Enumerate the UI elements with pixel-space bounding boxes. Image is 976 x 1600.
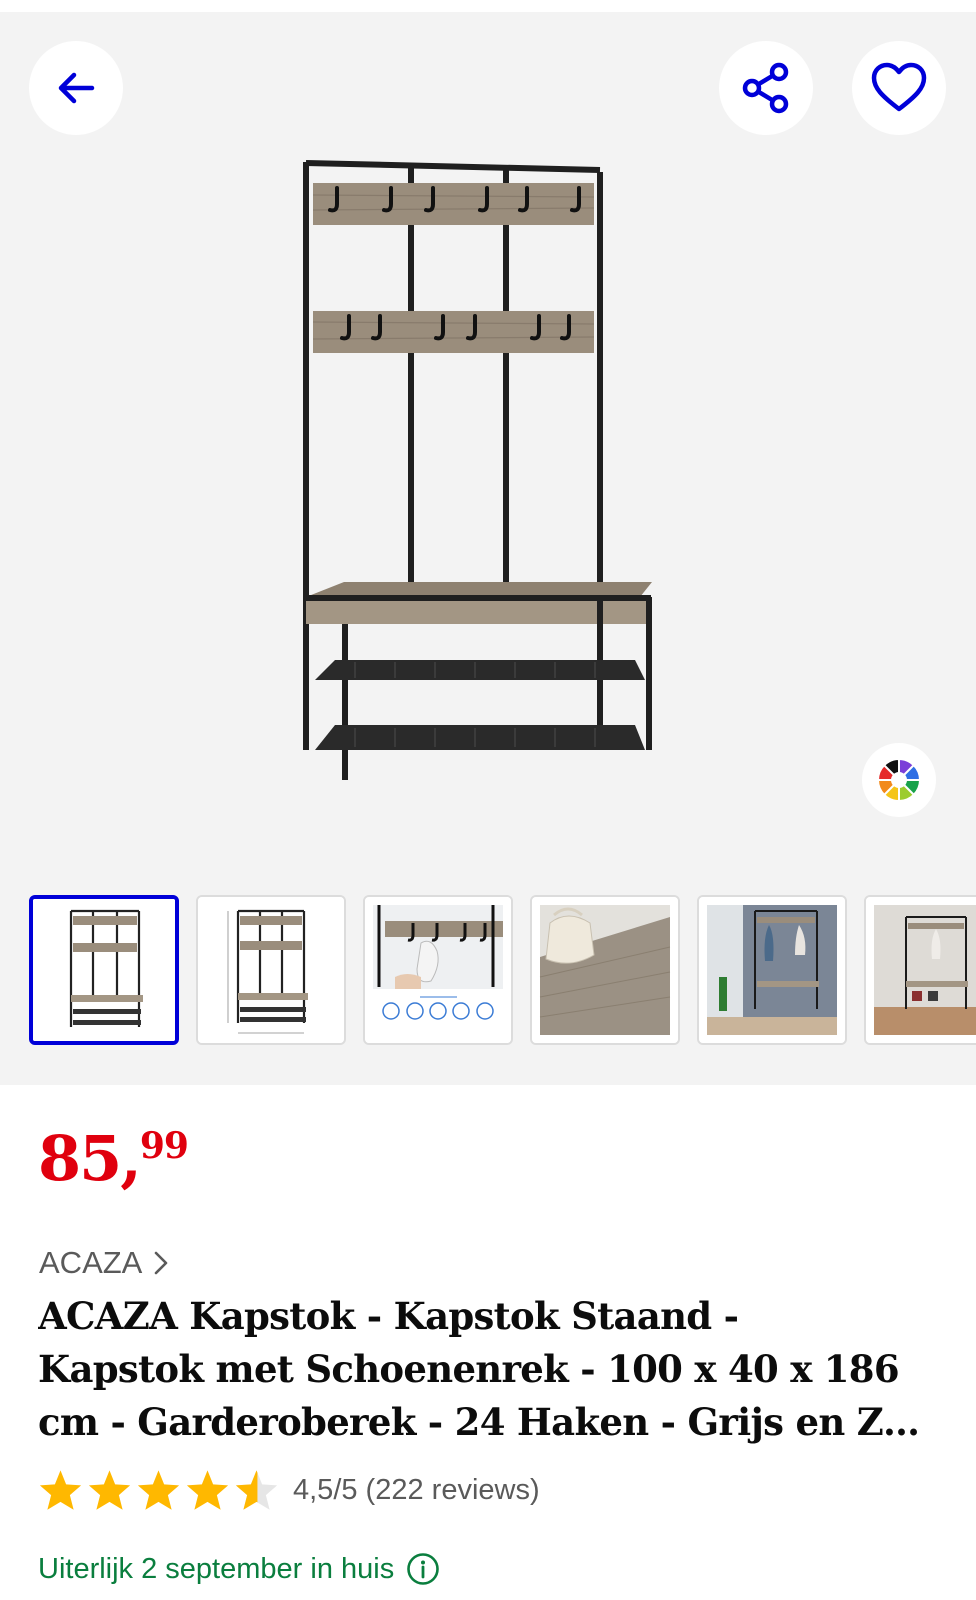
price-euros: 85, xyxy=(38,1122,142,1195)
star-full-icon xyxy=(137,1470,180,1510)
thumbnail-3[interactable] xyxy=(363,895,513,1045)
thumbnail-6-image xyxy=(866,897,976,1043)
thumbnail-strip xyxy=(29,895,976,1047)
thumbnail-4[interactable] xyxy=(530,895,680,1045)
thumbnail-6[interactable] xyxy=(864,895,976,1045)
brand-name: ACAZA xyxy=(39,1245,143,1280)
thumbnail-5-image xyxy=(699,897,845,1043)
chevron-right-icon xyxy=(155,1251,168,1275)
brand-link[interactable]: ACAZA xyxy=(39,1245,168,1281)
color-variant-button[interactable] xyxy=(862,743,936,817)
status-strip xyxy=(0,0,976,12)
thumbnail-1[interactable] xyxy=(29,895,179,1045)
delivery-info: Uiterlijk 2 september in huis xyxy=(38,1552,440,1586)
thumbnail-3-image xyxy=(365,897,511,1043)
share-button[interactable] xyxy=(719,41,813,135)
share-icon xyxy=(742,62,789,114)
favorite-button[interactable] xyxy=(852,41,946,135)
product-rating[interactable]: 4,5/5 (222 reviews) xyxy=(38,1468,540,1512)
star-full-icon xyxy=(39,1470,82,1510)
back-button[interactable] xyxy=(29,41,123,135)
star-half-icon xyxy=(235,1470,278,1510)
rating-stars xyxy=(38,1468,279,1512)
product-image-gallery xyxy=(0,0,976,1085)
product-main-image[interactable] xyxy=(295,150,685,810)
thumbnail-1-image xyxy=(33,899,175,1041)
thumbnail-5[interactable] xyxy=(697,895,847,1045)
product-price: 85, 99 xyxy=(38,1122,189,1195)
color-wheel-icon xyxy=(876,757,922,803)
arrow-left-icon xyxy=(58,72,95,104)
rating-summary: 4,5/5 (222 reviews) xyxy=(293,1473,540,1506)
product-title: ACAZA Kapstok - Kapstok Staand - Kapstok… xyxy=(38,1290,948,1449)
heart-icon xyxy=(871,62,927,112)
thumbnail-2-image xyxy=(198,897,344,1043)
info-icon[interactable] xyxy=(406,1552,440,1586)
delivery-text: Uiterlijk 2 september in huis xyxy=(38,1552,395,1585)
product-title-line-1: ACAZA Kapstok - Kapstok Staand - xyxy=(38,1294,739,1338)
thumbnail-2[interactable] xyxy=(196,895,346,1045)
product-title-line-2: Kapstok met Schoenenrek - 100 x 40 x 186 xyxy=(38,1347,900,1391)
price-cents: 99 xyxy=(139,1125,189,1167)
thumbnail-4-image xyxy=(532,897,678,1043)
product-title-line-3: cm - Garderoberek - 24 Haken - Grijs en … xyxy=(38,1400,920,1444)
star-full-icon xyxy=(186,1470,229,1510)
star-full-icon xyxy=(88,1470,131,1510)
